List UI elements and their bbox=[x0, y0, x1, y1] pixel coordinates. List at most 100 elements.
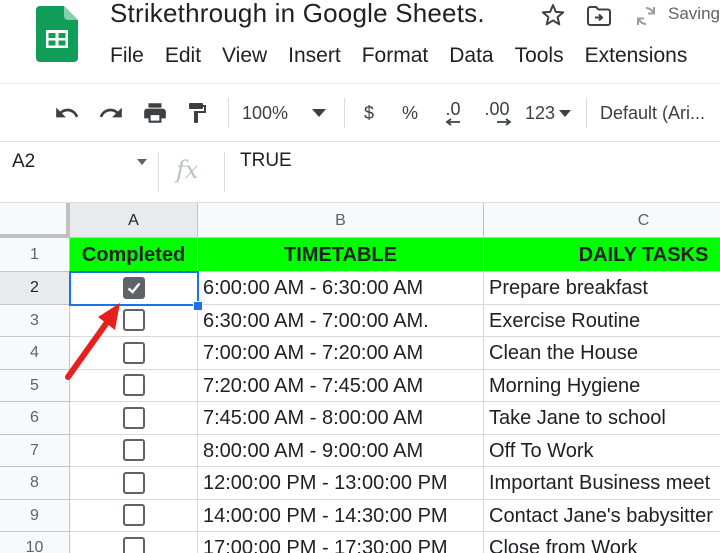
time-cell[interactable]: 14:00:00 PM - 14:30:00 PM bbox=[198, 499, 484, 532]
percent-label: % bbox=[401, 102, 418, 123]
chevron-down-icon[interactable] bbox=[137, 159, 147, 165]
more-formats-button[interactable]: 123 bbox=[522, 84, 574, 142]
column-header-b[interactable]: B bbox=[198, 203, 484, 238]
menu-tools[interactable]: Tools bbox=[515, 44, 564, 68]
formula-divider bbox=[158, 152, 159, 192]
sync-icon bbox=[637, 7, 655, 25]
redo-icon bbox=[99, 107, 122, 118]
checkbox-cell[interactable] bbox=[70, 402, 198, 435]
checkbox-cell[interactable] bbox=[70, 272, 198, 305]
row-header[interactable]: 1 bbox=[0, 238, 70, 272]
print-button[interactable] bbox=[138, 84, 172, 142]
name-box[interactable]: A2 bbox=[12, 151, 35, 173]
task-cell[interactable]: Prepare breakfast bbox=[484, 272, 720, 305]
row-header[interactable]: 5 bbox=[0, 369, 70, 402]
task-cell[interactable]: Important Business meet bbox=[484, 467, 720, 500]
arrow-right-icon bbox=[497, 118, 512, 126]
star-icon[interactable] bbox=[540, 2, 566, 28]
task-cell[interactable]: Morning Hygiene bbox=[484, 370, 720, 402]
checkbox-icon[interactable] bbox=[122, 309, 145, 332]
arrow-left-icon bbox=[445, 118, 460, 126]
formula-bar: A2 fx TRUE bbox=[0, 141, 720, 203]
checkbox-icon[interactable] bbox=[122, 341, 145, 364]
header-cell-daily-tasks[interactable]: DAILY TASKS bbox=[484, 238, 720, 272]
checkbox-cell[interactable] bbox=[70, 532, 198, 553]
undo-button[interactable] bbox=[50, 84, 84, 142]
time-cell[interactable]: 8:00:00 AM - 9:00:00 AM bbox=[198, 434, 484, 467]
checkbox-checked-icon[interactable] bbox=[122, 276, 145, 299]
more-formats-label: 123 bbox=[524, 102, 556, 123]
checkbox-icon[interactable] bbox=[122, 406, 145, 429]
checkbox-cell[interactable] bbox=[70, 369, 198, 402]
header-cell-timetable[interactable]: TIMETABLE bbox=[198, 238, 484, 272]
toolbar-divider bbox=[344, 98, 345, 128]
document-title[interactable]: Strikethrough in Google Sheets. bbox=[110, 0, 485, 29]
menu-insert[interactable]: Insert bbox=[288, 44, 341, 68]
time-cell[interactable]: 6:00:00 AM - 6:30:00 AM bbox=[198, 272, 484, 305]
decrease-decimal-button[interactable]: .0 bbox=[438, 84, 468, 142]
row-header[interactable]: 10 bbox=[0, 532, 70, 553]
time-cell[interactable]: 7:00:00 AM - 7:20:00 AM bbox=[198, 337, 484, 370]
checkbox-cell[interactable] bbox=[70, 337, 198, 370]
task-cell[interactable]: Off To Work bbox=[484, 435, 720, 467]
decrease-decimal-label: .0 bbox=[445, 99, 461, 119]
checkbox-cell[interactable] bbox=[70, 499, 198, 532]
move-to-folder-icon[interactable] bbox=[586, 4, 612, 28]
row-header[interactable]: 3 bbox=[0, 304, 70, 337]
time-cell[interactable]: 6:30:00 AM - 7:00:00 AM. bbox=[198, 304, 484, 337]
app-header: Strikethrough in Google Sheets. Saving F… bbox=[0, 0, 720, 82]
checkbox-cell[interactable] bbox=[70, 434, 198, 467]
checkbox-icon[interactable] bbox=[122, 536, 145, 553]
row-header[interactable]: 4 bbox=[0, 337, 70, 370]
select-all-corner[interactable] bbox=[0, 203, 70, 238]
menu-format[interactable]: Format bbox=[362, 44, 429, 68]
toolbar-divider bbox=[586, 98, 587, 128]
menu-view[interactable]: View bbox=[222, 44, 267, 68]
redo-button[interactable] bbox=[94, 84, 128, 142]
task-cell[interactable]: Contact Jane's babysitter bbox=[484, 500, 720, 532]
time-cell[interactable]: 7:20:00 AM - 7:45:00 AM bbox=[198, 369, 484, 402]
checkbox-cell[interactable] bbox=[70, 304, 198, 337]
row-header[interactable]: 7 bbox=[0, 434, 70, 467]
font-family-value: Default (Ari... bbox=[600, 102, 706, 123]
time-cell[interactable]: 7:45:00 AM - 8:00:00 AM bbox=[198, 402, 484, 435]
task-cell[interactable]: Clean the House bbox=[484, 337, 720, 370]
paint-format-button[interactable] bbox=[180, 84, 214, 142]
undo-icon bbox=[56, 107, 79, 118]
fill-handle[interactable] bbox=[193, 301, 203, 311]
task-cell[interactable]: Close from Work bbox=[484, 532, 720, 553]
paint-format-icon bbox=[189, 103, 206, 123]
currency-format-button[interactable]: $ bbox=[358, 84, 380, 142]
increase-decimal-button[interactable]: .00 bbox=[480, 84, 514, 142]
row-header[interactable]: 8 bbox=[0, 467, 70, 500]
spreadsheet-grid: A B C 1 Completed TIMETABLE DAILY TASKS … bbox=[0, 203, 720, 553]
menu-edit[interactable]: Edit bbox=[165, 44, 201, 68]
menu-extensions[interactable]: Extensions bbox=[585, 44, 688, 68]
font-family-select[interactable]: Default (Ari... bbox=[600, 84, 720, 142]
time-cell[interactable]: 12:00:00 PM - 13:00:00 PM bbox=[198, 467, 484, 500]
row-header[interactable]: 2 bbox=[0, 272, 70, 305]
menu-data[interactable]: Data bbox=[449, 44, 493, 68]
zoom-select[interactable]: 100% bbox=[242, 84, 338, 142]
time-cell[interactable]: 17:00:00 PM - 17:30:00 PM bbox=[198, 532, 484, 553]
print-icon bbox=[144, 103, 166, 123]
column-header-a[interactable]: A bbox=[70, 203, 198, 238]
column-header-c[interactable]: C bbox=[484, 203, 720, 238]
checkbox-icon[interactable] bbox=[122, 471, 145, 494]
sheets-logo-icon[interactable] bbox=[36, 6, 78, 62]
task-cell[interactable]: Take Jane to school bbox=[484, 402, 720, 435]
row-header[interactable]: 6 bbox=[0, 402, 70, 435]
checkbox-icon[interactable] bbox=[122, 374, 145, 397]
header-cell-completed[interactable]: Completed bbox=[70, 238, 198, 272]
task-cell[interactable]: Exercise Routine bbox=[484, 305, 720, 337]
checkbox-icon[interactable] bbox=[122, 504, 145, 527]
checkbox-icon[interactable] bbox=[122, 439, 145, 462]
toolbar: 100% $ % .0 .00 123 Default (Ari... bbox=[0, 83, 720, 142]
checkbox-cell[interactable] bbox=[70, 467, 198, 500]
menu-file[interactable]: File bbox=[110, 44, 144, 68]
fx-icon: fx bbox=[176, 156, 199, 184]
percent-format-button[interactable]: % bbox=[398, 84, 422, 142]
chevron-down-icon bbox=[559, 109, 572, 117]
formula-input[interactable]: TRUE bbox=[240, 150, 292, 172]
row-header[interactable]: 9 bbox=[0, 499, 70, 532]
